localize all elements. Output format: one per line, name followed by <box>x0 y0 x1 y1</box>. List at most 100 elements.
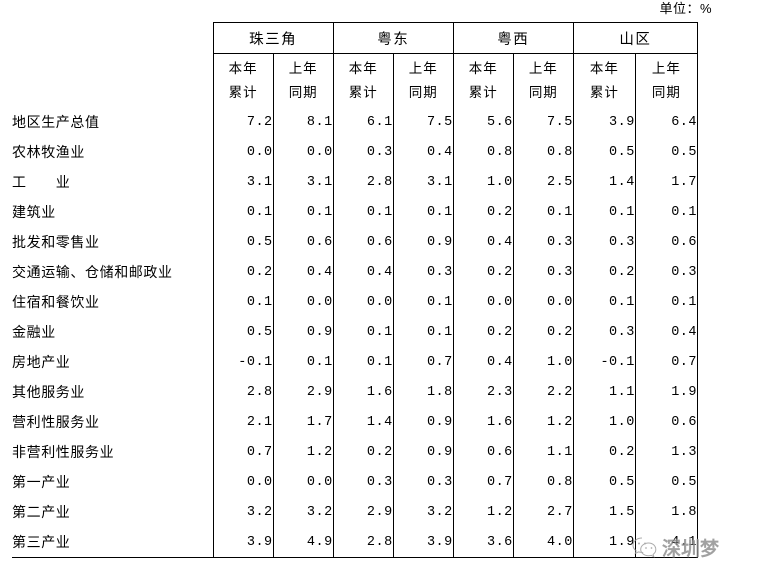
data-cell: 0.3 <box>609 234 635 250</box>
data-cell: 1.6 <box>366 384 393 400</box>
data-cell: 0.8 <box>512 137 574 167</box>
data-cell: 1.0 <box>609 414 635 430</box>
data-cell: 0.1 <box>634 287 699 317</box>
row-label: 建筑业 <box>12 204 56 220</box>
data-cell: 0.2 <box>486 324 513 340</box>
data-cell: 0.2 <box>609 444 635 460</box>
subheader-line1: 本年 <box>468 60 498 76</box>
data-cell: 0.7 <box>634 347 699 377</box>
data-cell: 0.9 <box>392 407 454 437</box>
data-cell: 1.2 <box>512 407 574 437</box>
data-cell: -0.1 <box>212 347 274 377</box>
table-row: 地区生产总值 7.2 8.1 6.1 7.5 5.6 7.5 3.9 6.4 <box>12 107 699 137</box>
data-cell: 1.7 <box>272 407 334 437</box>
row-label: 农林牧渔业 <box>12 144 85 160</box>
data-cell: 0.1 <box>366 354 393 370</box>
subheader-line2: 同期 <box>528 84 558 100</box>
data-cell: 0.0 <box>272 287 334 317</box>
data-cell: 0.4 <box>366 264 393 280</box>
data-cell: 4.0 <box>512 527 574 558</box>
data-cell: 1.2 <box>272 437 334 467</box>
data-cell: 2.3 <box>486 384 513 400</box>
data-cell: 6.4 <box>634 107 699 137</box>
row-label: 非营利性服务业 <box>12 444 115 460</box>
data-cell: 0.5 <box>212 227 274 257</box>
statistics-table-container: 珠三角 粤东 粤西 山区 本年 累计 上年 同期 本年 累计 上年 同期 本年 … <box>12 22 699 558</box>
data-cell: 0.0 <box>272 467 334 497</box>
data-cell: 2.9 <box>272 377 334 407</box>
data-cell: 0.5 <box>609 474 635 490</box>
data-cell: 2.1 <box>212 407 274 437</box>
data-cell: 0.3 <box>512 227 574 257</box>
data-cell: 1.8 <box>634 497 699 527</box>
data-cell: 4.9 <box>272 527 334 558</box>
data-cell: 0.3 <box>609 324 635 340</box>
row-label: 工 业 <box>12 174 71 190</box>
table-row: 金融业 0.5 0.9 0.1 0.1 0.2 0.2 0.3 0.4 <box>12 317 699 347</box>
table-corner-cell-lower <box>12 54 213 108</box>
data-cell: 0.1 <box>634 197 699 227</box>
row-label: 地区生产总值 <box>12 114 100 130</box>
row-label: 住宿和餐饮业 <box>12 294 100 310</box>
data-cell: 0.1 <box>272 347 334 377</box>
data-cell: 1.2 <box>486 504 513 520</box>
data-cell: 0.2 <box>212 257 274 287</box>
data-cell: 0.5 <box>634 137 699 167</box>
table-row: 农林牧渔业 0.0 0.0 0.3 0.4 0.8 0.8 0.5 0.5 <box>12 137 699 167</box>
table-row: 住宿和餐饮业 0.1 0.0 0.0 0.1 0.0 0.0 0.1 0.1 <box>12 287 699 317</box>
subheader-line1: 上年 <box>528 60 558 76</box>
data-cell: 0.4 <box>486 234 513 250</box>
data-cell: 0.7 <box>392 347 454 377</box>
data-cell: 0.9 <box>392 437 454 467</box>
data-cell: 3.2 <box>212 497 274 527</box>
subheader-line2: 累计 <box>589 84 619 100</box>
data-cell: 0.4 <box>272 257 334 287</box>
subheader-line2: 累计 <box>348 84 378 100</box>
data-cell: 3.1 <box>212 167 274 197</box>
table-row: 交通运输、仓储和邮政业 0.2 0.4 0.4 0.3 0.2 0.3 0.2 0.3 <box>12 257 699 287</box>
data-cell: 1.5 <box>609 504 635 520</box>
data-cell: 1.8 <box>392 377 454 407</box>
data-cell: 2.5 <box>512 167 574 197</box>
data-cell: 0.6 <box>272 227 334 257</box>
data-cell: 0.6 <box>366 234 393 250</box>
data-cell: 0.1 <box>366 324 393 340</box>
row-label: 第二产业 <box>12 504 71 520</box>
data-cell: 0.2 <box>609 264 635 280</box>
data-cell: 0.0 <box>512 287 574 317</box>
column-group-yuexi: 粤西 <box>453 22 574 54</box>
data-cell: 0.4 <box>634 317 699 347</box>
data-cell: 2.9 <box>366 504 393 520</box>
data-cell: 0.3 <box>392 467 454 497</box>
data-cell: 0.7 <box>212 437 274 467</box>
data-cell: 0.5 <box>634 467 699 497</box>
column-group-zhusanjiao: 珠三角 <box>212 22 334 54</box>
data-cell: 0.1 <box>212 287 274 317</box>
subheader-line1: 上年 <box>408 60 438 76</box>
table-row: 其他服务业 2.8 2.9 1.6 1.8 2.3 2.2 1.1 1.9 <box>12 377 699 407</box>
subheader-shanqu-prior: 上年 同期 <box>634 53 699 107</box>
data-cell: 0.2 <box>512 317 574 347</box>
row-label: 营利性服务业 <box>12 414 100 430</box>
data-cell: -0.1 <box>600 354 635 370</box>
data-cell: 0.1 <box>609 204 635 220</box>
subheader-line1: 上年 <box>651 60 681 76</box>
subheader-line2: 累计 <box>228 84 258 100</box>
data-cell: 1.7 <box>634 167 699 197</box>
data-cell: 3.9 <box>609 114 635 130</box>
data-cell: 3.1 <box>272 167 334 197</box>
data-cell: 6.1 <box>366 114 393 130</box>
table-row: 批发和零售业 0.5 0.6 0.6 0.9 0.4 0.3 0.3 0.6 <box>12 227 699 257</box>
data-cell: 0.1 <box>392 197 454 227</box>
subheader-line1: 上年 <box>288 60 318 76</box>
data-cell: 0.0 <box>212 137 274 167</box>
subheader-yuexi-prior: 上年 同期 <box>512 53 574 107</box>
table-row: 房地产业 -0.1 0.1 0.1 0.7 0.4 1.0 -0.1 0.7 <box>12 347 699 377</box>
data-cell: 3.2 <box>272 497 334 527</box>
data-cell: 0.3 <box>512 257 574 287</box>
row-label: 其他服务业 <box>12 384 85 400</box>
data-cell: 0.9 <box>272 317 334 347</box>
data-cell: 0.6 <box>486 444 513 460</box>
data-cell: 1.9 <box>573 527 636 558</box>
regional-gdp-table: 珠三角 粤东 粤西 山区 本年 累计 上年 同期 本年 累计 上年 同期 本年 … <box>12 22 699 558</box>
